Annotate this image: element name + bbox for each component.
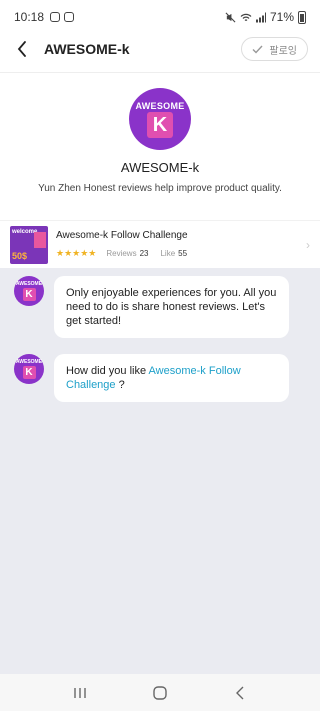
system-nav-bar bbox=[0, 674, 320, 711]
avatar-letter: K bbox=[22, 366, 36, 379]
status-bar: 10:18 71% bbox=[0, 0, 320, 34]
message-bubble: How did you like Awesome-k Follow Challe… bbox=[54, 354, 289, 402]
avatar-word: AWESOME bbox=[15, 281, 43, 287]
home-icon bbox=[153, 685, 167, 700]
message-suffix: ? bbox=[115, 379, 125, 391]
following-button[interactable]: 팔로잉 bbox=[241, 37, 308, 61]
page-title: AWESOME-k bbox=[44, 41, 130, 57]
following-label: 팔로잉 bbox=[269, 45, 297, 57]
chat-message: AWESOME K Only enjoyable experiences for… bbox=[14, 276, 289, 338]
chat-message: AWESOME K How did you like Awesome-k Fol… bbox=[14, 354, 289, 402]
reviews-count: 23 bbox=[139, 249, 149, 258]
battery-icon bbox=[298, 10, 306, 24]
message-bubble: Only enjoyable experiences for you. All … bbox=[54, 276, 289, 338]
challenge-thumbnail: welcome 50$ bbox=[10, 225, 48, 264]
app-header: AWESOME-k 팔로잉 bbox=[0, 34, 320, 64]
back-button[interactable] bbox=[12, 39, 32, 59]
challenge-meta: ★★★★★ Reviews 23 Like 55 bbox=[56, 248, 306, 259]
status-right: 71% bbox=[225, 10, 306, 24]
challenge-title: Awesome-k Follow Challenge bbox=[56, 230, 188, 241]
challenge-info: Awesome-k Follow Challenge ★★★★★ Reviews… bbox=[56, 230, 306, 259]
logo-letter: K bbox=[147, 111, 173, 138]
thumb-text-bottom: 50$ bbox=[12, 250, 28, 261]
challenge-card[interactable]: welcome 50$ Awesome-k Follow Challenge ★… bbox=[0, 220, 320, 268]
profile-name: AWESOME-k bbox=[120, 160, 200, 175]
check-icon bbox=[252, 45, 263, 54]
battery-percent: 71% bbox=[269, 10, 294, 24]
reviews-label: Reviews bbox=[106, 249, 137, 258]
like-label: Like bbox=[160, 249, 176, 258]
status-time: 10:18 bbox=[14, 10, 45, 24]
brand-logo: AWESOME K bbox=[129, 88, 191, 150]
instagram-icon bbox=[50, 12, 61, 22]
like-count: 55 bbox=[178, 249, 188, 258]
logo-word: AWESOME bbox=[135, 100, 185, 111]
avatar: AWESOME K bbox=[14, 354, 44, 384]
message-prefix: How did you like bbox=[66, 365, 149, 377]
back-nav-icon bbox=[236, 686, 244, 699]
rating-stars-icon: ★★★★★ bbox=[56, 248, 97, 258]
avatar-letter: K bbox=[22, 288, 36, 301]
home-button[interactable] bbox=[145, 681, 175, 705]
instagram-icon-2 bbox=[64, 12, 75, 22]
avatar-word: AWESOME bbox=[15, 359, 43, 365]
header-divider bbox=[0, 72, 320, 73]
signal-icon bbox=[255, 12, 266, 22]
profile-section: AWESOME K AWESOME-k Yun Zhen Honest revi… bbox=[0, 88, 320, 194]
avatar: AWESOME K bbox=[14, 276, 44, 306]
wifi-icon bbox=[240, 13, 252, 21]
recent-apps-button[interactable] bbox=[65, 681, 95, 705]
profile-description: Yun Zhen Honest reviews help improve pro… bbox=[38, 183, 282, 194]
chat-area[interactable]: AWESOME K Only enjoyable experiences for… bbox=[0, 268, 320, 674]
chevron-left-icon bbox=[17, 41, 26, 57]
thumb-graphic bbox=[34, 231, 46, 248]
recent-apps-icon bbox=[74, 687, 86, 698]
back-nav-button[interactable] bbox=[225, 681, 255, 705]
chevron-right-icon: › bbox=[306, 237, 310, 252]
mute-icon bbox=[225, 12, 236, 22]
